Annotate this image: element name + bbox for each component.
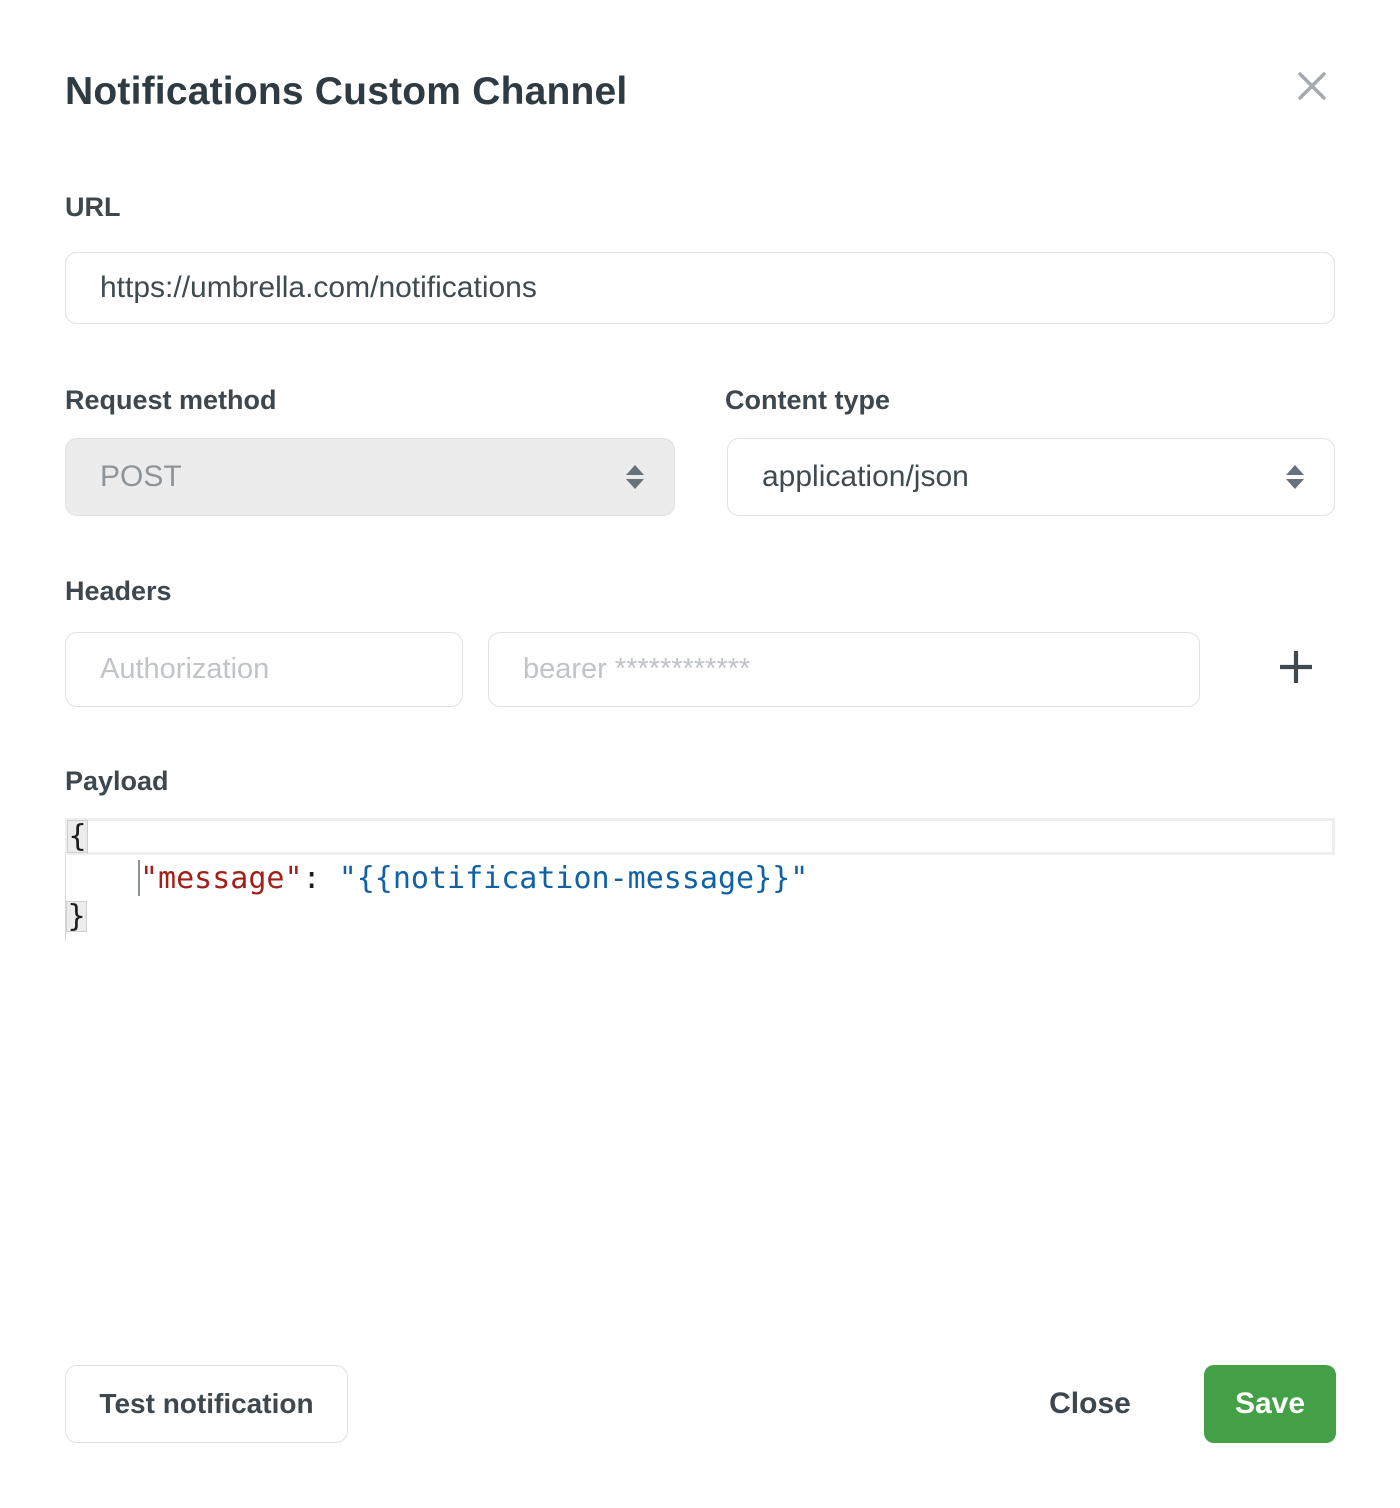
request-method-select[interactable]: POST — [65, 438, 675, 516]
save-button[interactable]: Save — [1204, 1365, 1336, 1443]
select-arrows-icon — [1286, 465, 1304, 489]
header-value-input[interactable] — [488, 632, 1200, 707]
code-value-token: "{{notification-message}}" — [339, 861, 809, 896]
content-type-value: application/json — [762, 460, 969, 494]
payload-label: Payload — [65, 766, 169, 797]
code-separator-token: : — [303, 861, 339, 896]
test-notification-label: Test notification — [99, 1388, 313, 1420]
add-header-button[interactable] — [1272, 645, 1320, 693]
request-method-value: POST — [100, 460, 182, 494]
code-line-3: } — [66, 901, 1335, 941]
code-line-2: "message": "{{notification-message}}" — [66, 855, 1335, 901]
url-label: URL — [65, 192, 121, 223]
plus-icon — [1276, 647, 1316, 692]
close-dialog-button[interactable]: Close — [1030, 1365, 1150, 1443]
close-brace-highlight: } — [66, 901, 87, 932]
header-name-input[interactable] — [65, 632, 463, 707]
url-input[interactable] — [65, 252, 1335, 324]
open-brace-highlight: { — [67, 820, 88, 853]
dialog-title: Notifications Custom Channel — [65, 70, 627, 114]
close-icon — [1291, 65, 1333, 112]
content-type-label: Content type — [725, 385, 890, 416]
content-type-select[interactable]: application/json — [727, 438, 1335, 516]
test-notification-button[interactable]: Test notification — [65, 1365, 348, 1443]
code-key-token: "message" — [140, 861, 303, 896]
payload-code-editor[interactable]: { "message": "{{notification-message}}" … — [65, 818, 1335, 941]
code-line-1: { — [65, 818, 1335, 855]
select-arrows-icon — [626, 465, 644, 489]
notifications-custom-channel-dialog: Notifications Custom Channel URL Request… — [0, 0, 1400, 1508]
request-method-label: Request method — [65, 385, 277, 416]
save-label: Save — [1235, 1387, 1305, 1421]
close-dialog-label: Close — [1049, 1387, 1131, 1421]
headers-label: Headers — [65, 576, 172, 607]
close-button[interactable] — [1288, 64, 1336, 112]
